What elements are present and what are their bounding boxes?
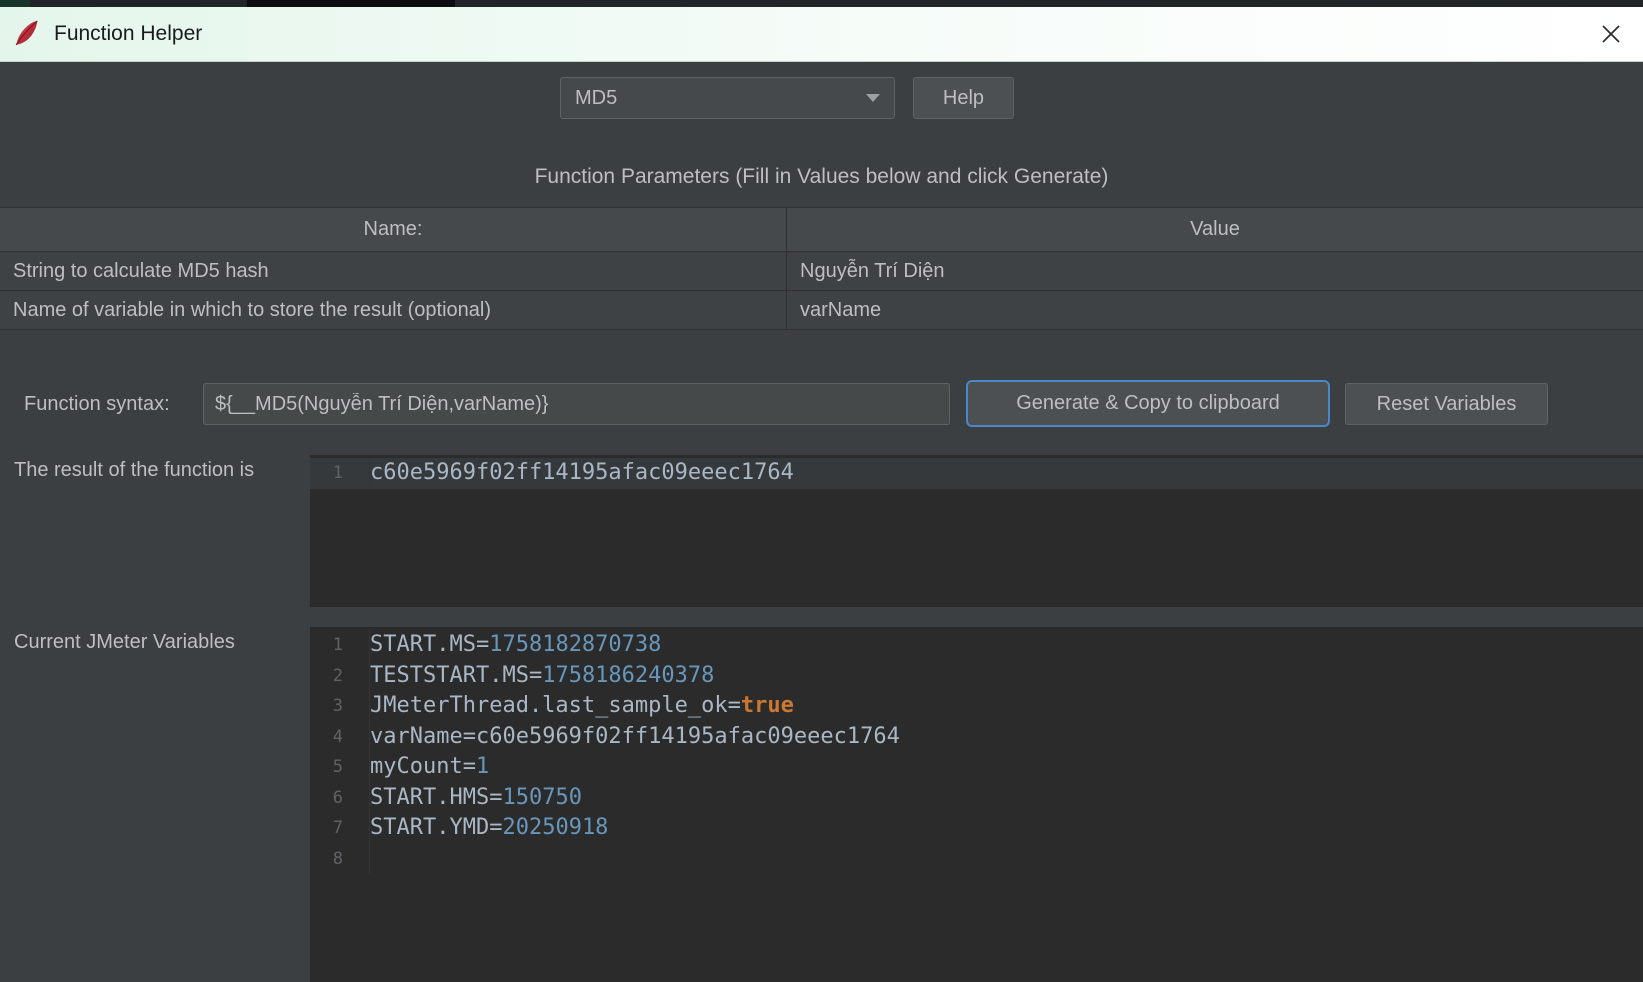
dialog-body: MD5 Help Function Parameters (Fill in Va…: [0, 62, 1643, 982]
line-number: 1: [310, 630, 370, 661]
variable-line: 7 START.YMD=20250918: [310, 813, 1643, 844]
function-select-value: MD5: [575, 87, 617, 110]
function-parameters-heading: Function Parameters (Fill in Values belo…: [0, 165, 1643, 189]
variable-value: c60e5969f02ff14195afac09eeec1764: [476, 724, 900, 749]
equals-sign: =: [476, 632, 489, 657]
equals-sign: =: [489, 785, 502, 810]
variable-value: 1: [476, 754, 489, 779]
result-label: The result of the function is: [14, 459, 254, 482]
background-window-strip: [0, 0, 1643, 7]
variable-line: 8: [310, 844, 1643, 875]
param-name-cell: String to calculate MD5 hash: [0, 252, 787, 290]
variable-name: TESTSTART.MS: [370, 663, 529, 688]
variable-value: 1758182870738: [489, 632, 661, 657]
variables-label: Current JMeter Variables: [14, 631, 235, 654]
line-number: 7: [310, 813, 370, 844]
variable-name: START.MS: [370, 632, 476, 657]
equals-sign: =: [463, 724, 476, 749]
help-button[interactable]: Help: [913, 77, 1014, 119]
variable-value: 20250918: [502, 815, 608, 840]
variable-name: varName: [370, 724, 463, 749]
close-icon: [1600, 23, 1622, 45]
variable-line: 3 JMeterThread.last_sample_ok=true: [310, 691, 1643, 722]
equals-sign: =: [489, 815, 502, 840]
variable-name: START.HMS: [370, 785, 489, 810]
variable-line: 4 varName=c60e5969f02ff14195afac09eeec17…: [310, 722, 1643, 753]
params-table: Name: Value String to calculate MD5 hash…: [0, 207, 1643, 330]
param-row: Name of variable in which to store the r…: [0, 291, 1643, 330]
variable-name: START.YMD: [370, 815, 489, 840]
equals-sign: =: [728, 693, 741, 718]
function-syntax-label: Function syntax:: [24, 393, 170, 416]
column-header-value: Value: [787, 208, 1643, 251]
window-title: Function Helper: [54, 22, 202, 46]
line-number: 1: [310, 458, 370, 489]
variable-line: 5 myCount=1: [310, 752, 1643, 783]
param-row: String to calculate MD5 hash Nguyễn Trí …: [0, 252, 1643, 291]
line-number: 5: [310, 752, 370, 783]
equals-sign: =: [529, 663, 542, 688]
jmeter-feather-icon: [12, 19, 42, 49]
variable-line: 2 TESTSTART.MS=1758186240378: [310, 661, 1643, 692]
result-editor[interactable]: 1 c60e5969f02ff14195afac09eeec1764: [310, 455, 1643, 607]
param-value-cell[interactable]: varName: [787, 291, 1643, 329]
title-bar: Function Helper: [0, 7, 1643, 62]
param-value-cell[interactable]: Nguyễn Trí Diện: [787, 252, 1643, 290]
column-header-name: Name:: [0, 208, 787, 251]
variable-line: 1 START.MS=1758182870738: [310, 630, 1643, 661]
variable-name: JMeterThread.last_sample_ok: [370, 693, 728, 718]
param-name-cell: Name of variable in which to store the r…: [0, 291, 787, 329]
chevron-down-icon: [866, 94, 880, 102]
close-button[interactable]: [1579, 7, 1643, 61]
variable-value: 1758186240378: [542, 663, 714, 688]
variable-line: 6 START.HMS=150750: [310, 783, 1643, 814]
result-value: c60e5969f02ff14195afac09eeec1764: [370, 458, 1643, 489]
line-number: 3: [310, 691, 370, 722]
variable-value: 150750: [502, 785, 581, 810]
reset-variables-button[interactable]: Reset Variables: [1345, 383, 1548, 425]
function-helper-dialog: Function Helper MD5 Help Function Parame…: [0, 0, 1643, 982]
function-select[interactable]: MD5: [560, 77, 895, 119]
line-number: 6: [310, 783, 370, 814]
variables-editor[interactable]: 1 START.MS=1758182870738 2 TESTSTART.MS=…: [310, 627, 1643, 982]
line-number: 8: [310, 844, 370, 875]
equals-sign: =: [463, 754, 476, 779]
function-syntax-input[interactable]: [203, 383, 950, 425]
generate-copy-button[interactable]: Generate & Copy to clipboard: [966, 380, 1330, 427]
line-number: 2: [310, 661, 370, 692]
line-number: 4: [310, 722, 370, 753]
variable-value: true: [741, 693, 794, 718]
params-table-header: Name: Value: [0, 207, 1643, 252]
result-line: 1 c60e5969f02ff14195afac09eeec1764: [310, 458, 1643, 489]
variable-name: myCount: [370, 754, 463, 779]
